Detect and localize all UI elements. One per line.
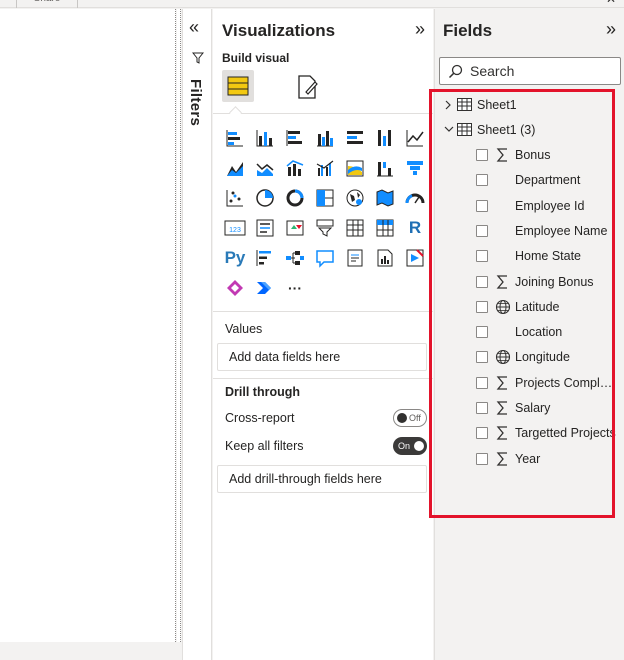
build-visual-indicator (213, 106, 433, 119)
values-divider (213, 378, 433, 379)
ribbon-chart-icon[interactable] (342, 155, 368, 181)
values-label: Values (225, 322, 263, 336)
stacked-bar-chart-icon[interactable] (222, 125, 248, 151)
gallery-divider (213, 311, 433, 312)
keep-filters-state: On (398, 441, 411, 451)
expand-fields-icon[interactable]: » (606, 19, 616, 40)
canvas-bottom-strip (0, 642, 182, 660)
collapse-filters-icon[interactable]: « (189, 17, 199, 38)
gauge-icon[interactable] (402, 185, 428, 211)
drill-through-title: Drill through (225, 385, 300, 399)
table-icon[interactable] (342, 215, 368, 241)
treemap-icon[interactable] (312, 185, 338, 211)
smart-narrative-icon[interactable] (342, 245, 368, 271)
key-influencers-icon[interactable] (252, 245, 278, 271)
highlight-box (429, 89, 615, 518)
search-icon (448, 64, 463, 79)
area-chart-icon[interactable] (222, 155, 248, 181)
line-clustered-column-icon[interactable] (312, 155, 338, 181)
python-visual-icon[interactable]: Py (222, 245, 248, 271)
power-automate-icon[interactable] (252, 275, 278, 301)
format-visual-button[interactable] (293, 72, 323, 102)
cross-report-toggle[interactable]: Off (393, 409, 427, 427)
keep-filters-row: Keep all filters On (225, 437, 427, 455)
scatter-chart-icon[interactable] (222, 185, 248, 211)
more-visuals-icon[interactable]: ··· (282, 275, 308, 301)
power-apps-icon[interactable] (402, 245, 428, 271)
share-button[interactable]: Share (16, 0, 78, 8)
search-input[interactable]: Search (439, 57, 621, 85)
funnel-chart-icon[interactable] (402, 155, 428, 181)
top-ribbon-strip: Share ✕ (0, 0, 624, 8)
cross-report-row: Cross-report Off (225, 409, 427, 427)
multi-row-card-icon[interactable] (252, 215, 278, 241)
line-stacked-column-icon[interactable] (282, 155, 308, 181)
matrix-icon[interactable] (372, 215, 398, 241)
donut-chart-icon[interactable] (282, 185, 308, 211)
toggle-knob (397, 413, 407, 423)
build-visual-button[interactable] (222, 70, 254, 102)
keep-filters-label: Keep all filters (225, 439, 304, 453)
filters-label[interactable]: Filters (187, 79, 204, 126)
funnel-icon (191, 51, 205, 69)
map-icon[interactable] (342, 185, 368, 211)
card-icon[interactable]: 123 (222, 215, 248, 241)
visualizations-title: Visualizations (222, 21, 336, 40)
card-icon-label: 123 (229, 227, 241, 234)
filters-pane[interactable]: « Filters (182, 9, 212, 660)
stacked-area-chart-icon[interactable] (252, 155, 278, 181)
slicer-icon[interactable] (312, 215, 338, 241)
power-apps-diamond-icon[interactable] (222, 275, 248, 301)
clustered-bar-chart-icon[interactable] (282, 125, 308, 151)
expand-visualizations-icon[interactable]: » (415, 19, 425, 40)
report-canvas[interactable] (0, 9, 176, 642)
line-chart-icon[interactable] (402, 125, 428, 151)
qa-visual-icon[interactable] (312, 245, 338, 271)
r-visual-icon[interactable]: R (402, 215, 428, 241)
pie-chart-icon[interactable] (252, 185, 278, 211)
canvas-edge (177, 9, 181, 642)
clustered-column-chart-icon[interactable] (312, 125, 338, 151)
cross-report-state: Off (409, 413, 421, 423)
build-visual-icon (227, 76, 249, 96)
stacked-column-chart-icon[interactable] (252, 125, 278, 151)
search-placeholder: Search (470, 63, 515, 79)
toggle-knob (414, 441, 424, 451)
drill-through-drop-zone[interactable]: Add drill-through fields here (217, 465, 427, 493)
paginated-report-icon[interactable] (372, 245, 398, 271)
100-stacked-column-chart-icon[interactable] (372, 125, 398, 151)
fields-title: Fields (443, 21, 493, 40)
waterfall-chart-icon[interactable] (372, 155, 398, 181)
visualizations-pane: Visualizations » Build visual 123 R Py ·… (213, 9, 433, 660)
powerbi-window: Share ✕ « Filters Visualizations » Build… (0, 0, 624, 660)
100-stacked-bar-chart-icon[interactable] (342, 125, 368, 151)
keep-filters-toggle[interactable]: On (393, 437, 427, 455)
cross-report-label: Cross-report (225, 411, 295, 425)
decomposition-tree-icon[interactable] (282, 245, 308, 271)
close-icon[interactable]: ✕ (606, 0, 616, 6)
filled-map-icon[interactable] (372, 185, 398, 211)
values-drop-zone[interactable]: Add data fields here (217, 343, 427, 371)
kpi-icon[interactable] (282, 215, 308, 241)
paintbrush-page-icon (298, 75, 318, 99)
build-visual-label: Build visual (222, 51, 290, 65)
